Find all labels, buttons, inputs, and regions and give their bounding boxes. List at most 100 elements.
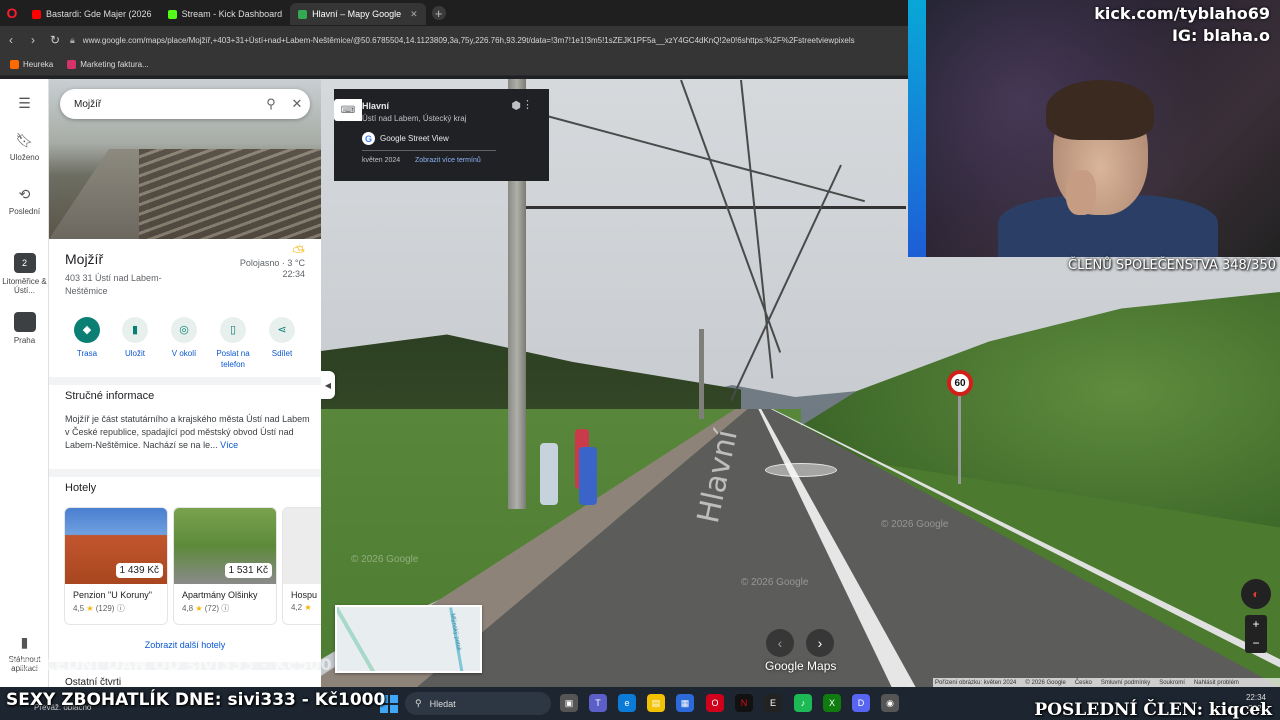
more-link[interactable]: Více [220, 440, 238, 450]
more-dates-link[interactable]: Zobrazit více termínů [415, 157, 481, 164]
hotel-price: 1 439 Kč [115, 563, 163, 578]
teams-icon[interactable]: T [589, 694, 607, 712]
action-label: Trasa [76, 349, 98, 358]
file-explorer-icon[interactable]: ▤ [647, 694, 665, 712]
obs-icon[interactable]: ◉ [881, 694, 899, 712]
pin-icon[interactable]: ⬢ [511, 99, 521, 112]
rails-shape [139, 149, 321, 239]
search-icon: ⚲ [415, 698, 422, 708]
heureka-icon [10, 60, 19, 69]
tab-kick[interactable]: Stream - Kick Dashboard [160, 3, 291, 25]
epic-games-icon[interactable]: E [764, 694, 782, 712]
forward-icon[interactable]: › [22, 33, 44, 47]
opera-icon[interactable]: O [706, 694, 724, 712]
footer-report[interactable]: Nahlásit problém [1194, 680, 1239, 686]
directions-icon: ◆ [74, 317, 100, 343]
nearby-icon: ◎ [171, 317, 197, 343]
share-button[interactable]: ⋖ Sdílet [256, 317, 308, 359]
tab-maps[interactable]: Hlavní – Mapy Google ✕ [290, 3, 426, 25]
utility-pole [699, 329, 704, 419]
url-field[interactable]: www.google.com/maps/place/Mojžíř,+403+31… [83, 36, 903, 45]
search-box[interactable]: Mojžíř ⚲ ✕ [60, 89, 310, 119]
instagram-handle: IG: blaha.o [1171, 26, 1270, 45]
rail-recent[interactable]: ⟲ Poslední [0, 186, 49, 216]
hotel-rating: 4,5 ★ (129) ⓘ [73, 603, 167, 614]
taskbar-search[interactable]: ⚲ Hledat [405, 692, 551, 715]
netflix-icon[interactable]: N [735, 694, 753, 712]
edge-icon[interactable]: e [618, 694, 636, 712]
share-icon: ⋖ [269, 317, 295, 343]
tab-title: Hlavní – Mapy Google [312, 9, 402, 19]
navigation-arrows: ‹ › [766, 629, 834, 657]
store-icon[interactable]: ▦ [676, 694, 694, 712]
close-icon[interactable]: ✕ [284, 96, 310, 112]
search-input[interactable]: Mojžíř [74, 99, 258, 110]
maps-icon [298, 9, 308, 19]
more-hotels-link[interactable]: Zobrazit další hotely [49, 640, 321, 650]
rating-value: 4,2 [291, 603, 303, 612]
minimap[interactable]: Mlýnský potok [335, 605, 482, 673]
rail-recent-place-2[interactable]: Praha [0, 312, 49, 345]
keyboard-icon[interactable]: ⌨︎ [334, 99, 362, 121]
action-label: Poslat na telefon [216, 349, 250, 369]
pedestrian [579, 447, 597, 505]
collapse-panel-button[interactable]: ◀ [321, 371, 335, 399]
platform-shape [49, 149, 149, 239]
info-icon[interactable]: ⓘ [221, 604, 229, 613]
street-name: Hlavní [362, 101, 390, 111]
back-icon[interactable]: ‹ [0, 33, 22, 47]
tab-title: Stream - Kick Dashboard [181, 9, 283, 19]
hotel-price: 1 531 Kč [224, 563, 272, 578]
opera-logo-icon[interactable]: O [0, 0, 24, 26]
rail-recent-place-1[interactable]: 2 Litoměřice & Ústí... [0, 253, 49, 295]
close-tab-icon[interactable]: ✕ [410, 9, 418, 20]
hotel-photo: 1 439 Kč [65, 508, 167, 584]
watermark: © 2026 Google [881, 519, 949, 530]
tab-title: Bastardi: Gde Majer (2026 [46, 9, 152, 19]
zoom-in-button[interactable]: + [1245, 615, 1267, 634]
footer-terms[interactable]: Smluvní podmínky [1101, 680, 1150, 686]
menu-button[interactable]: ☰ [0, 95, 49, 116]
street-view-cursor[interactable] [765, 463, 837, 477]
bookmark-icon: 🔖︎ [15, 132, 34, 148]
kick-icon [167, 9, 177, 19]
watermark: © 2026 Google [351, 554, 419, 565]
hotel-card[interactable]: 1 439 Kč Penzion "U Koruny" 4,5 ★ (129) … [64, 507, 168, 625]
lock-icon[interactable]: 🔒︎ [70, 35, 75, 46]
nearby-button[interactable]: ◎ V okolí [158, 317, 210, 359]
zoom-out-button[interactable]: − [1245, 634, 1267, 653]
directions-button[interactable]: ◆ Trasa [61, 317, 113, 359]
hotel-rating: 4,2 ★ [291, 603, 321, 612]
new-tab-button[interactable]: + [431, 6, 446, 21]
tab-youtube[interactable]: Bastardi: Gde Majer (2026 [24, 3, 160, 25]
reload-icon[interactable]: ↻ [44, 33, 66, 47]
pedestrian [540, 443, 558, 505]
spotify-icon[interactable]: ♪ [794, 694, 812, 712]
previous-arrow-icon[interactable]: ‹ [766, 629, 794, 657]
discord-icon[interactable]: D [852, 694, 870, 712]
other-districts-title: Ostatní čtvrti [65, 677, 122, 687]
more-options-icon[interactable]: ⋮ [522, 98, 533, 111]
overhead-wire [526, 206, 906, 209]
footer-privacy[interactable]: Soukromí [1159, 680, 1185, 686]
footer-country[interactable]: Česko [1075, 680, 1092, 686]
send-to-phone-button[interactable]: ▯ Poslat na telefon [207, 317, 259, 370]
rail-place-label: Praha [13, 336, 36, 345]
save-button[interactable]: ▮ Uložit [109, 317, 161, 359]
hotel-card[interactable]: 1 531 Kč Apartmány Olšinky 4,8 ★ (72) ⓘ [173, 507, 277, 625]
top-donor-overlay: SEXY ZBOHATLÍK DNE: sivi333 - Kč1000 [6, 690, 386, 710]
info-icon[interactable]: ⓘ [117, 604, 125, 613]
review-count: (72) [204, 604, 219, 613]
task-view-icon[interactable]: ▣ [560, 694, 578, 712]
search-icon[interactable]: ⚲ [258, 96, 284, 112]
minimap-road [337, 607, 386, 671]
webcam-overlay: kick.com/tyblaho69 IG: blaha.o [908, 0, 1280, 257]
bookmark-heureka[interactable]: Heureka [10, 60, 53, 69]
compass-icon[interactable]: ◐ [1241, 579, 1271, 609]
hotel-card[interactable]: Hospu 4,2 ★ [282, 507, 321, 625]
bookmark-marketing[interactable]: Marketing faktura... [67, 60, 149, 69]
next-arrow-icon[interactable]: › [806, 629, 834, 657]
action-label: Uložit [124, 349, 145, 358]
rail-saved[interactable]: 🔖︎ Uloženo [0, 132, 49, 162]
xbox-icon[interactable]: X [823, 694, 841, 712]
